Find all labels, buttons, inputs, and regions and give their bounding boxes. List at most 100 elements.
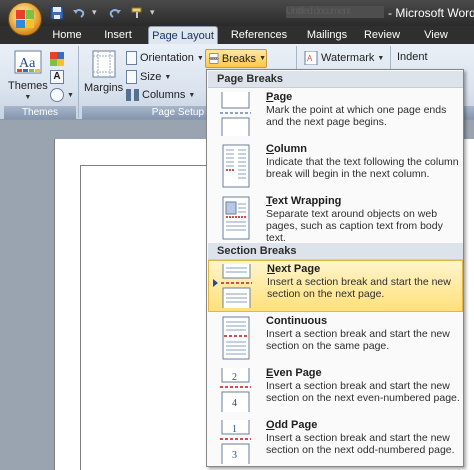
- breaks-icon: [209, 53, 219, 64]
- menu-item-description: Mark the point at which one page ends an…: [266, 104, 447, 128]
- indent-text: Indent: [397, 51, 428, 63]
- theme-fonts-icon: A: [50, 70, 64, 84]
- menu-item-title: Continuous: [266, 315, 328, 327]
- themes-label: Themes: [8, 80, 48, 92]
- app-title: - Microsoft Word: [388, 6, 474, 20]
- breaks-button[interactable]: Breaks ▼: [205, 49, 267, 68]
- menu-item-title: Text Wrapping: [266, 195, 342, 207]
- tab-page-layout[interactable]: Page Layout: [148, 26, 218, 45]
- menu-item-next-page-section-break[interactable]: Next Page Insert a section break and sta…: [208, 260, 463, 312]
- themes-button[interactable]: Aa Themes ▼: [8, 50, 48, 101]
- themes-icon: Aa: [14, 50, 42, 74]
- tab-mailings[interactable]: Mailings: [302, 26, 352, 45]
- menu-item-description: Separate text around objects on web page…: [266, 208, 443, 244]
- even-page-section-break-icon: 2 4: [220, 368, 251, 412]
- chevron-down-icon: ▼: [377, 54, 385, 62]
- svg-text:2: 2: [232, 372, 237, 383]
- theme-effects-icon: [50, 88, 64, 102]
- watermark-icon: A: [304, 51, 318, 65]
- tab-home[interactable]: Home: [47, 26, 87, 45]
- theme-colors-icon: [50, 52, 64, 66]
- selection-arrow-icon: [213, 279, 218, 287]
- app-name: Microsoft Word: [395, 6, 474, 20]
- menu-item-column-break[interactable]: Column Indicate that the text following …: [208, 141, 463, 193]
- columns-button[interactable]: Columns ▼: [126, 89, 195, 101]
- group-divider: [78, 46, 79, 118]
- office-button[interactable]: [8, 2, 42, 36]
- themes-group-label: Themes: [4, 106, 76, 119]
- menu-item-title: Odd Page: [266, 419, 318, 431]
- menu-item-page-break[interactable]: Page Mark the point at which one page en…: [208, 89, 463, 141]
- ribbon-tabs: Home Insert Page Layout References Maili…: [0, 26, 474, 45]
- continuous-section-break-icon: [222, 316, 250, 360]
- svg-text:A: A: [307, 54, 313, 63]
- menu-item-odd-page-section-break[interactable]: 1 3 Odd Page Insert a section break and …: [208, 417, 463, 469]
- menu-item-even-page-section-break[interactable]: 2 4 Even Page Insert a section break and…: [208, 365, 463, 417]
- menu-item-description: Insert a section break and start the new…: [267, 276, 451, 300]
- tab-view[interactable]: View: [418, 26, 454, 45]
- menu-item-title: Next Page: [267, 263, 321, 275]
- columns-icon: [126, 89, 139, 101]
- theme-colors-button[interactable]: [50, 52, 64, 66]
- svg-text:Aa: Aa: [19, 56, 36, 71]
- tab-references[interactable]: References: [226, 26, 292, 45]
- theme-effects-button[interactable]: ▼: [50, 88, 74, 102]
- svg-text:3: 3: [232, 450, 237, 461]
- margins-button[interactable]: Margins: [84, 50, 123, 94]
- indent-label: Indent: [397, 51, 428, 63]
- svg-text:4: 4: [232, 398, 237, 409]
- title-bar: ▾ ▾ Untitled document - Microsoft Word: [0, 0, 474, 26]
- theme-fonts-button[interactable]: A: [50, 70, 64, 84]
- page-margin-guide: [80, 165, 208, 166]
- tab-review[interactable]: Review: [360, 26, 404, 45]
- menu-item-title: Column: [266, 143, 307, 155]
- page-margin-guide: [80, 165, 81, 470]
- dropdown-arrow-icon[interactable]: ▾: [92, 7, 102, 18]
- watermark-button[interactable]: A Watermark ▼: [304, 51, 384, 65]
- menu-item-continuous-section-break[interactable]: Continuous Insert a section break and st…: [208, 313, 463, 365]
- size-label: Size: [140, 71, 162, 83]
- margins-icon: [92, 50, 116, 78]
- chevron-down-icon: ▼: [67, 91, 74, 99]
- page-break-icon: [220, 92, 251, 136]
- column-break-icon: [222, 144, 250, 188]
- page-breaks-header: Page Breaks: [208, 71, 463, 88]
- section-breaks-header: Section Breaks: [208, 243, 463, 260]
- menu-item-title: Page: [266, 91, 293, 103]
- customize-qat-icon[interactable]: ▾: [150, 7, 160, 18]
- chevron-down-icon: ▼: [196, 54, 204, 62]
- breaks-label: Breaks: [221, 52, 257, 65]
- quick-access-toolbar: ▾ ▾: [48, 4, 160, 21]
- menu-item-description: Insert a section break and start the new…: [266, 380, 460, 404]
- chevron-down-icon: ▼: [188, 91, 196, 99]
- redo-icon[interactable]: [106, 4, 124, 21]
- menu-item-text-wrapping-break[interactable]: Text Wrapping Separate text around objec…: [208, 193, 463, 245]
- menu-item-title: Even Page: [266, 367, 322, 379]
- chevron-down-icon: ▼: [259, 55, 266, 62]
- orientation-button[interactable]: Orientation ▼: [126, 51, 204, 65]
- columns-label: Columns: [142, 89, 186, 101]
- watermark-label: Watermark: [321, 52, 375, 64]
- undo-icon[interactable]: [70, 4, 88, 21]
- save-icon[interactable]: [48, 4, 66, 21]
- breaks-menu: Page Breaks Page Mark the point at which…: [206, 69, 464, 467]
- tab-insert[interactable]: Insert: [95, 26, 141, 45]
- odd-page-section-break-icon: 1 3: [220, 420, 251, 464]
- orientation-icon: [126, 51, 137, 65]
- orientation-label: Orientation: [140, 52, 194, 64]
- size-icon: [126, 70, 137, 84]
- menu-item-description: Insert a section break and start the new…: [266, 328, 450, 352]
- menu-item-description: Insert a section break and start the new…: [266, 432, 455, 456]
- text-wrapping-break-icon: [222, 196, 250, 240]
- svg-text:1: 1: [232, 424, 237, 435]
- office-logo-icon: [16, 10, 34, 28]
- margins-label: Margins: [84, 82, 124, 94]
- page-setup-group-label: Page Setup: [82, 106, 206, 119]
- size-button[interactable]: Size ▼: [126, 70, 171, 84]
- document-title: Untitled document: [286, 6, 384, 18]
- chevron-down-icon: ▼: [24, 94, 32, 101]
- next-page-section-break-icon: [221, 264, 252, 308]
- menu-item-description: Indicate that the text following the col…: [266, 156, 459, 180]
- format-painter-icon[interactable]: [128, 4, 146, 21]
- chevron-down-icon: ▼: [164, 73, 172, 81]
